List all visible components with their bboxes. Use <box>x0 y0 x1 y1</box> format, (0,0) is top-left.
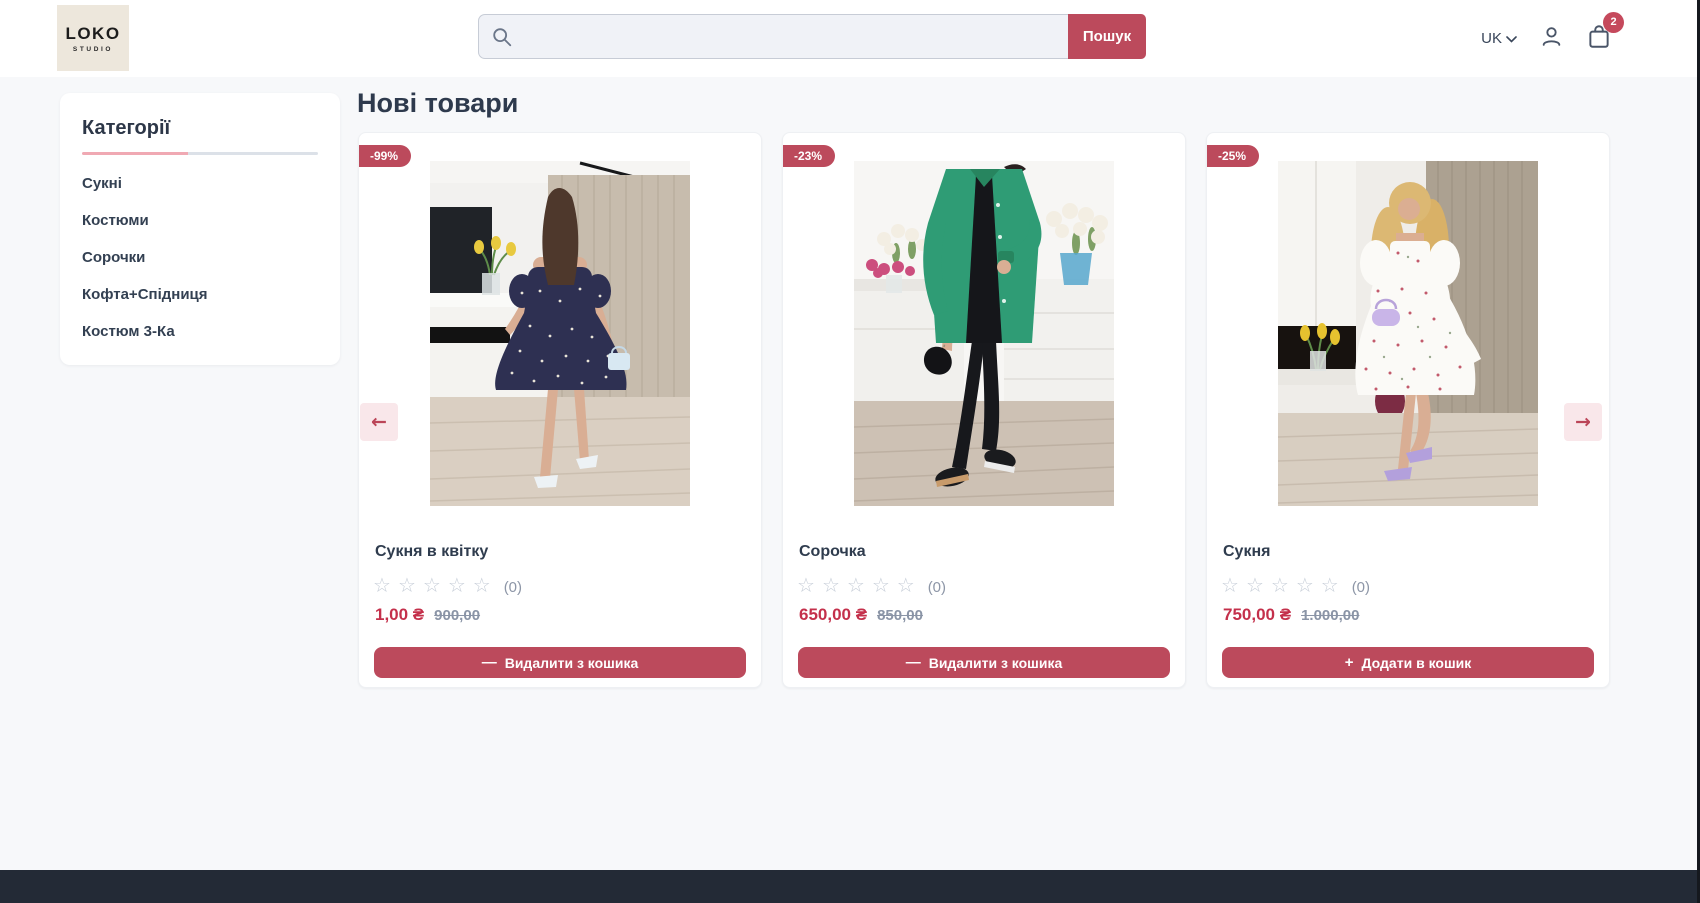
carousel-prev-button[interactable]: ← <box>360 403 398 441</box>
carousel-next-button[interactable]: → <box>1564 403 1602 441</box>
remove-from-cart-button[interactable]: — Видалити з кошика <box>374 647 746 678</box>
arrow-right-icon: → <box>1575 411 1591 433</box>
plus-icon: + <box>1345 654 1354 671</box>
footer <box>0 870 1700 903</box>
language-label: UK <box>1481 30 1502 47</box>
star-icon: ☆ <box>797 575 822 597</box>
button-label: Видалити з кошика <box>929 655 1063 671</box>
rating-count: (0) <box>928 579 946 596</box>
rating-row: ☆☆☆☆☆(0) <box>1221 573 1370 598</box>
arrow-left-icon: ← <box>371 411 387 433</box>
star-icon: ☆ <box>1296 575 1321 597</box>
categories-divider <box>82 152 318 155</box>
product-name[interactable]: Сукня в квітку <box>375 543 488 561</box>
star-icon: ☆ <box>1246 575 1271 597</box>
price-row: 1,00 ₴ 900,00 <box>375 605 480 625</box>
logo-text: LOKO <box>65 24 120 44</box>
product-image[interactable] <box>1278 161 1538 506</box>
product-name[interactable]: Сорочка <box>799 543 866 561</box>
search-button[interactable]: Пошук <box>1068 14 1146 59</box>
product-card: -23% <box>782 132 1186 688</box>
rating-count: (0) <box>504 579 522 596</box>
sidebar-item-kofta-spidnytsya[interactable]: Кофта+Спідниця <box>82 286 318 303</box>
account-button[interactable] <box>1539 24 1564 54</box>
price-row: 750,00 ₴ 1.000,00 <box>1223 605 1359 625</box>
search-input[interactable] <box>478 14 1068 59</box>
product-card: -25% <box>1206 132 1610 688</box>
rating-count: (0) <box>1352 579 1370 596</box>
star-icon: ☆ <box>398 575 423 597</box>
price-row: 650,00 ₴ 850,00 <box>799 605 923 625</box>
discount-badge: -23% <box>783 145 835 167</box>
search-bar: Пошук <box>478 14 1146 59</box>
page-title: Нові товари <box>357 88 518 119</box>
chevron-down-icon <box>1506 30 1517 47</box>
button-label: Видалити з кошика <box>505 655 639 671</box>
old-price: 850,00 <box>877 607 923 624</box>
sidebar-item-kostyumy[interactable]: Костюми <box>82 212 318 229</box>
sidebar-item-kostyum-3ka[interactable]: Костюм 3-Ка <box>82 323 318 340</box>
cart-button[interactable]: 2 <box>1586 23 1612 55</box>
rating-row: ☆☆☆☆☆(0) <box>797 573 946 598</box>
sidebar-item-sorochky[interactable]: Сорочки <box>82 249 318 266</box>
user-icon <box>1539 24 1564 54</box>
add-to-cart-button[interactable]: + Додати в кошик <box>1222 647 1594 678</box>
cart-count-badge: 2 <box>1603 12 1624 33</box>
star-icon: ☆ <box>1221 575 1246 597</box>
product-image[interactable] <box>854 161 1114 506</box>
header-actions: UK 2 <box>1481 0 1612 77</box>
minus-icon: — <box>482 654 497 671</box>
product-name[interactable]: Сукня <box>1223 543 1270 561</box>
remove-from-cart-button[interactable]: — Видалити з кошика <box>798 647 1170 678</box>
star-icon: ☆ <box>473 575 498 597</box>
star-icon: ☆ <box>423 575 448 597</box>
product-image[interactable] <box>430 161 690 506</box>
star-icon: ☆ <box>373 575 398 597</box>
star-icon: ☆ <box>1321 575 1346 597</box>
rating-row: ☆☆☆☆☆(0) <box>373 573 522 598</box>
categories-title: Категорії <box>82 117 318 140</box>
old-price: 900,00 <box>434 607 480 624</box>
current-price: 1,00 ₴ <box>375 605 424 624</box>
current-price: 650,00 ₴ <box>799 605 867 624</box>
logo-subtext: STUDIO <box>73 46 113 53</box>
star-icon: ☆ <box>1271 575 1296 597</box>
current-price: 750,00 ₴ <box>1223 605 1291 624</box>
minus-icon: — <box>906 654 921 671</box>
categories-list: Сукні Костюми Сорочки Кофта+Спідниця Кос… <box>82 175 318 340</box>
star-icon: ☆ <box>872 575 897 597</box>
categories-panel: Категорії Сукні Костюми Сорочки Кофта+Сп… <box>60 93 340 365</box>
logo[interactable]: LOKO STUDIO <box>57 5 129 71</box>
discount-badge: -99% <box>359 145 411 167</box>
star-icon: ☆ <box>847 575 872 597</box>
language-selector[interactable]: UK <box>1481 30 1517 47</box>
old-price: 1.000,00 <box>1301 607 1359 624</box>
product-card: -99% <box>358 132 762 688</box>
discount-badge: -25% <box>1207 145 1259 167</box>
button-label: Додати в кошик <box>1362 655 1472 671</box>
header: LOKO STUDIO Пошук UK <box>0 0 1700 77</box>
sidebar-item-sukni[interactable]: Сукні <box>82 175 318 192</box>
star-icon: ☆ <box>897 575 922 597</box>
star-icon: ☆ <box>822 575 847 597</box>
star-icon: ☆ <box>448 575 473 597</box>
